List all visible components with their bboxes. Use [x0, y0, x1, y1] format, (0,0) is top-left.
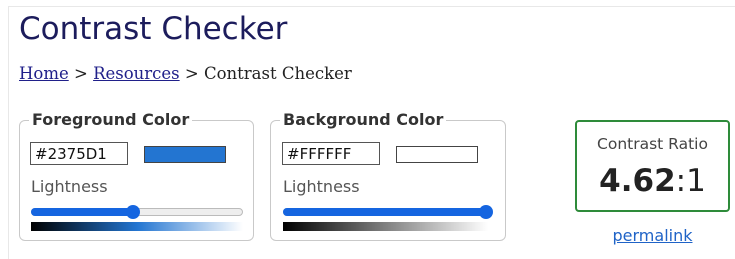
- page-title: Contrast Checker: [19, 11, 288, 47]
- foreground-hex-input[interactable]: [30, 142, 128, 165]
- foreground-color-legend: Foreground Color: [32, 110, 190, 129]
- breadcrumb-resources-link[interactable]: Resources: [93, 64, 180, 83]
- breadcrumb-home-link[interactable]: Home: [19, 64, 69, 83]
- foreground-lightness-slider-thumb[interactable]: [125, 205, 140, 219]
- contrast-ratio-label: Contrast Ratio: [597, 135, 708, 153]
- background-hex-input[interactable]: [282, 142, 380, 165]
- background-lightness-label: Lightness: [283, 177, 360, 196]
- foreground-panel-body: Lightness: [20, 130, 253, 240]
- background-color-panel: Background Color Lightness: [270, 110, 506, 241]
- permalink-link[interactable]: permalink: [575, 226, 730, 246]
- contrast-ratio-suffix: :1: [675, 163, 706, 199]
- foreground-lightness-gradient: [31, 222, 243, 231]
- background-lightness-slider-thumb[interactable]: [479, 205, 493, 219]
- background-panel-body: Lightness: [271, 130, 505, 240]
- background-color-legend: Background Color: [283, 110, 444, 129]
- breadcrumb: Home > Resources > Contrast Checker: [19, 63, 352, 85]
- background-lightness-gradient: [283, 222, 488, 231]
- breadcrumb-separator: >: [73, 64, 88, 83]
- content-top-border: [8, 6, 735, 7]
- background-color-swatch[interactable]: [396, 146, 478, 163]
- background-lightness-slider-fill: [283, 208, 486, 216]
- foreground-color-swatch[interactable]: [144, 146, 226, 163]
- breadcrumb-separator: >: [184, 64, 199, 83]
- contrast-ratio-number: 4.62: [599, 163, 676, 199]
- contrast-ratio-value: 4.62:1: [577, 162, 728, 200]
- breadcrumb-current: Contrast Checker: [203, 64, 352, 83]
- foreground-lightness-label: Lightness: [31, 177, 108, 196]
- foreground-color-panel: Foreground Color Lightness: [19, 110, 254, 241]
- foreground-lightness-slider-fill: [31, 208, 133, 216]
- content-left-border: [8, 6, 9, 259]
- contrast-ratio-box: Contrast Ratio 4.62:1: [575, 120, 730, 212]
